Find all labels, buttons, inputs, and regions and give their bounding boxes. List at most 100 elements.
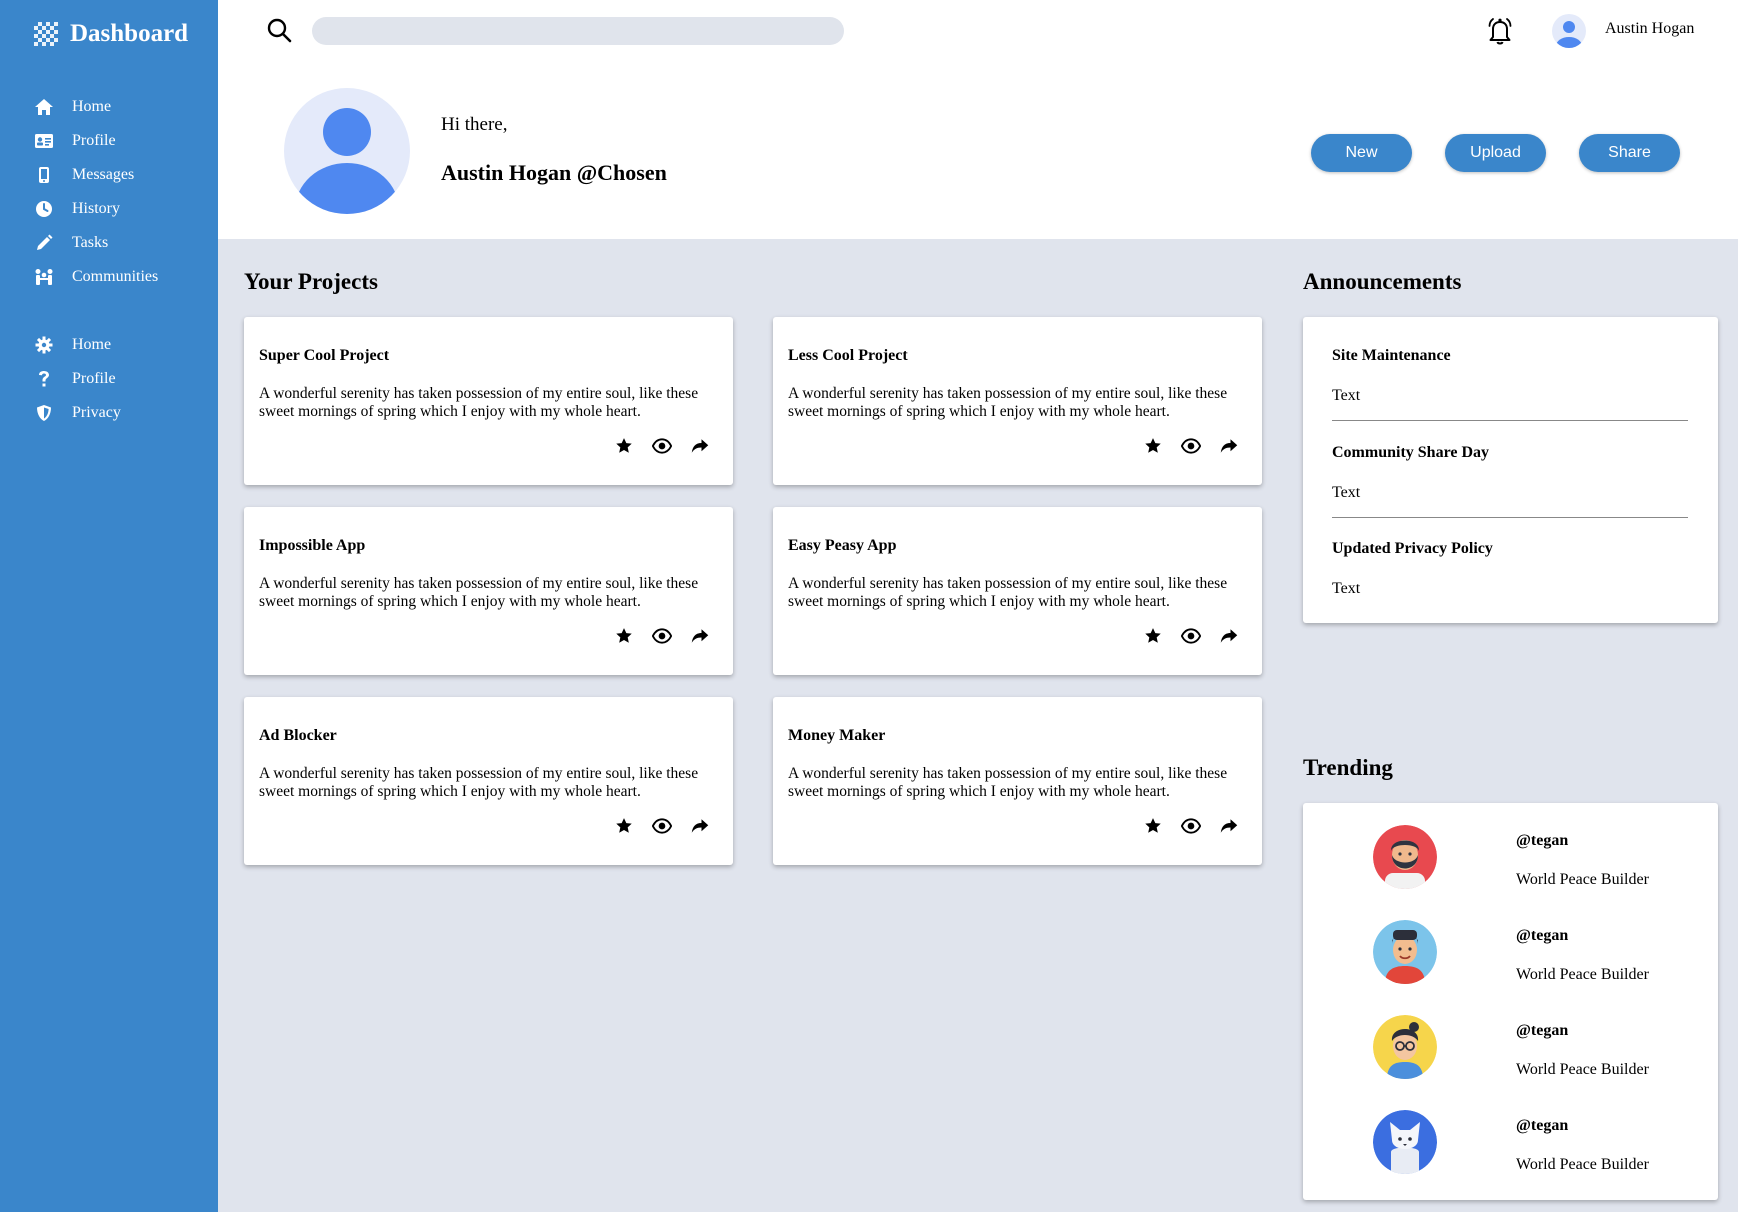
project-title: Super Cool Project: [259, 347, 390, 364]
divider: [1332, 420, 1688, 421]
project-description: A wonderful serenity has taken possessio…: [259, 575, 699, 610]
announcement-body: Text: [1332, 580, 1361, 597]
share-button[interactable]: Share: [1579, 134, 1680, 172]
announcement-body: Text: [1332, 387, 1361, 404]
brand[interactable]: Dashboard: [34, 20, 188, 48]
eye-icon[interactable]: [1180, 435, 1202, 457]
topbar: Austin Hogan: [218, 0, 1738, 62]
project-actions: [1142, 815, 1240, 837]
sidebar-item-profile[interactable]: Profile: [34, 124, 158, 158]
project-card[interactable]: Easy Peasy App A wonderful serenity has …: [773, 507, 1262, 675]
sidebar-item-label: Privacy: [72, 404, 121, 421]
greeting: Hi there,: [441, 114, 508, 135]
announcement-item[interactable]: Community Share Day Text: [1332, 444, 1688, 502]
sidebar-secondary-nav: Home Profile Privacy: [34, 328, 121, 430]
sidebar-item-privacy[interactable]: Privacy: [34, 396, 121, 430]
star-icon[interactable]: [613, 625, 635, 647]
trending-item[interactable]: @tegan World Peace Builder: [1303, 920, 1718, 1000]
id-card-icon: [34, 131, 54, 151]
share-arrow-icon[interactable]: [689, 625, 711, 647]
star-icon[interactable]: [1142, 435, 1164, 457]
search-icon[interactable]: [266, 17, 292, 43]
project-description: A wonderful serenity has taken possessio…: [788, 575, 1228, 610]
announcement-title: Site Maintenance: [1332, 347, 1451, 364]
announcement-body: Text: [1332, 484, 1361, 501]
people-icon: [34, 267, 54, 287]
project-actions: [613, 435, 711, 457]
project-card[interactable]: Impossible App A wonderful serenity has …: [244, 507, 733, 675]
trending-user: @tegan: [1516, 832, 1569, 849]
announcements-title: Announcements: [1303, 269, 1462, 294]
cat-avatar-icon: [1373, 1110, 1437, 1174]
project-description: A wonderful serenity has taken possessio…: [259, 765, 699, 800]
sidebar-item-help-profile[interactable]: Profile: [34, 362, 121, 396]
announcement-item[interactable]: Updated Privacy Policy Text: [1332, 540, 1688, 598]
main-content: Your Projects Super Cool Project A wonde…: [218, 239, 1738, 1212]
star-icon[interactable]: [1142, 815, 1164, 837]
trending-user: @tegan: [1516, 927, 1569, 944]
announcement-title: Community Share Day: [1332, 444, 1490, 461]
user-avatar-icon[interactable]: [1552, 14, 1586, 48]
upload-button[interactable]: Upload: [1445, 134, 1546, 172]
eye-icon[interactable]: [651, 815, 673, 837]
share-arrow-icon[interactable]: [689, 435, 711, 457]
project-title: Easy Peasy App: [788, 537, 897, 554]
project-description: A wonderful serenity has taken possessio…: [259, 385, 699, 420]
share-arrow-icon[interactable]: [1218, 435, 1240, 457]
trending-user: @tegan: [1516, 1117, 1569, 1134]
phone-icon: [34, 165, 54, 185]
announcements-card: Site Maintenance Text Community Share Da…: [1303, 317, 1718, 623]
pencil-icon: [34, 233, 54, 253]
share-arrow-icon[interactable]: [1218, 815, 1240, 837]
sidebar-item-home[interactable]: Home: [34, 90, 158, 124]
sidebar-item-communities[interactable]: Communities: [34, 260, 158, 294]
smiling-man-avatar-icon: [1373, 920, 1437, 984]
star-icon[interactable]: [613, 435, 635, 457]
trending-avatar: [1373, 825, 1437, 889]
trending-avatar: [1373, 1110, 1437, 1174]
trending-role: World Peace Builder: [1516, 966, 1649, 983]
trending-role: World Peace Builder: [1516, 871, 1649, 888]
project-card[interactable]: Super Cool Project A wonderful serenity …: [244, 317, 733, 485]
trending-avatar: [1373, 920, 1437, 984]
eye-icon[interactable]: [651, 625, 673, 647]
projects-title: Your Projects: [244, 269, 378, 294]
project-title: Less Cool Project: [788, 347, 908, 364]
profile-avatar-icon: [284, 88, 410, 214]
project-description: A wonderful serenity has taken possessio…: [788, 385, 1228, 420]
sidebar-item-label: Home: [72, 336, 112, 353]
trending-avatar: [1373, 1015, 1437, 1079]
bearded-man-avatar-icon: [1373, 825, 1437, 889]
trending-item[interactable]: @tegan World Peace Builder: [1303, 825, 1718, 905]
trending-role: World Peace Builder: [1516, 1156, 1649, 1173]
checker-logo-icon: [34, 22, 58, 46]
new-button[interactable]: New: [1311, 134, 1412, 172]
gear-icon: [34, 335, 54, 355]
sidebar-item-settings-home[interactable]: Home: [34, 328, 121, 362]
announcement-item[interactable]: Site Maintenance Text: [1332, 347, 1688, 405]
eye-icon[interactable]: [651, 435, 673, 457]
trending-item[interactable]: @tegan World Peace Builder: [1303, 1015, 1718, 1095]
clock-icon: [34, 199, 54, 219]
project-card[interactable]: Less Cool Project A wonderful serenity h…: [773, 317, 1262, 485]
sidebar-item-tasks[interactable]: Tasks: [34, 226, 158, 260]
project-description: A wonderful serenity has taken possessio…: [788, 765, 1228, 800]
bell-icon[interactable]: [1486, 16, 1514, 46]
search-input[interactable]: [312, 17, 844, 45]
profile-header: Hi there, Austin Hogan @Chosen New Uploa…: [218, 62, 1738, 239]
project-card[interactable]: Ad Blocker A wonderful serenity has take…: [244, 697, 733, 865]
question-icon: [34, 369, 54, 389]
star-icon[interactable]: [613, 815, 635, 837]
trending-user: @tegan: [1516, 1022, 1569, 1039]
eye-icon[interactable]: [1180, 625, 1202, 647]
sidebar-item-messages[interactable]: Messages: [34, 158, 158, 192]
sidebar-item-history[interactable]: History: [34, 192, 158, 226]
trending-role: World Peace Builder: [1516, 1061, 1649, 1078]
eye-icon[interactable]: [1180, 815, 1202, 837]
star-icon[interactable]: [1142, 625, 1164, 647]
share-arrow-icon[interactable]: [1218, 625, 1240, 647]
trending-item[interactable]: @tegan World Peace Builder: [1303, 1110, 1718, 1190]
share-arrow-icon[interactable]: [689, 815, 711, 837]
user-name[interactable]: Austin Hogan: [1605, 20, 1694, 38]
project-card[interactable]: Money Maker A wonderful serenity has tak…: [773, 697, 1262, 865]
